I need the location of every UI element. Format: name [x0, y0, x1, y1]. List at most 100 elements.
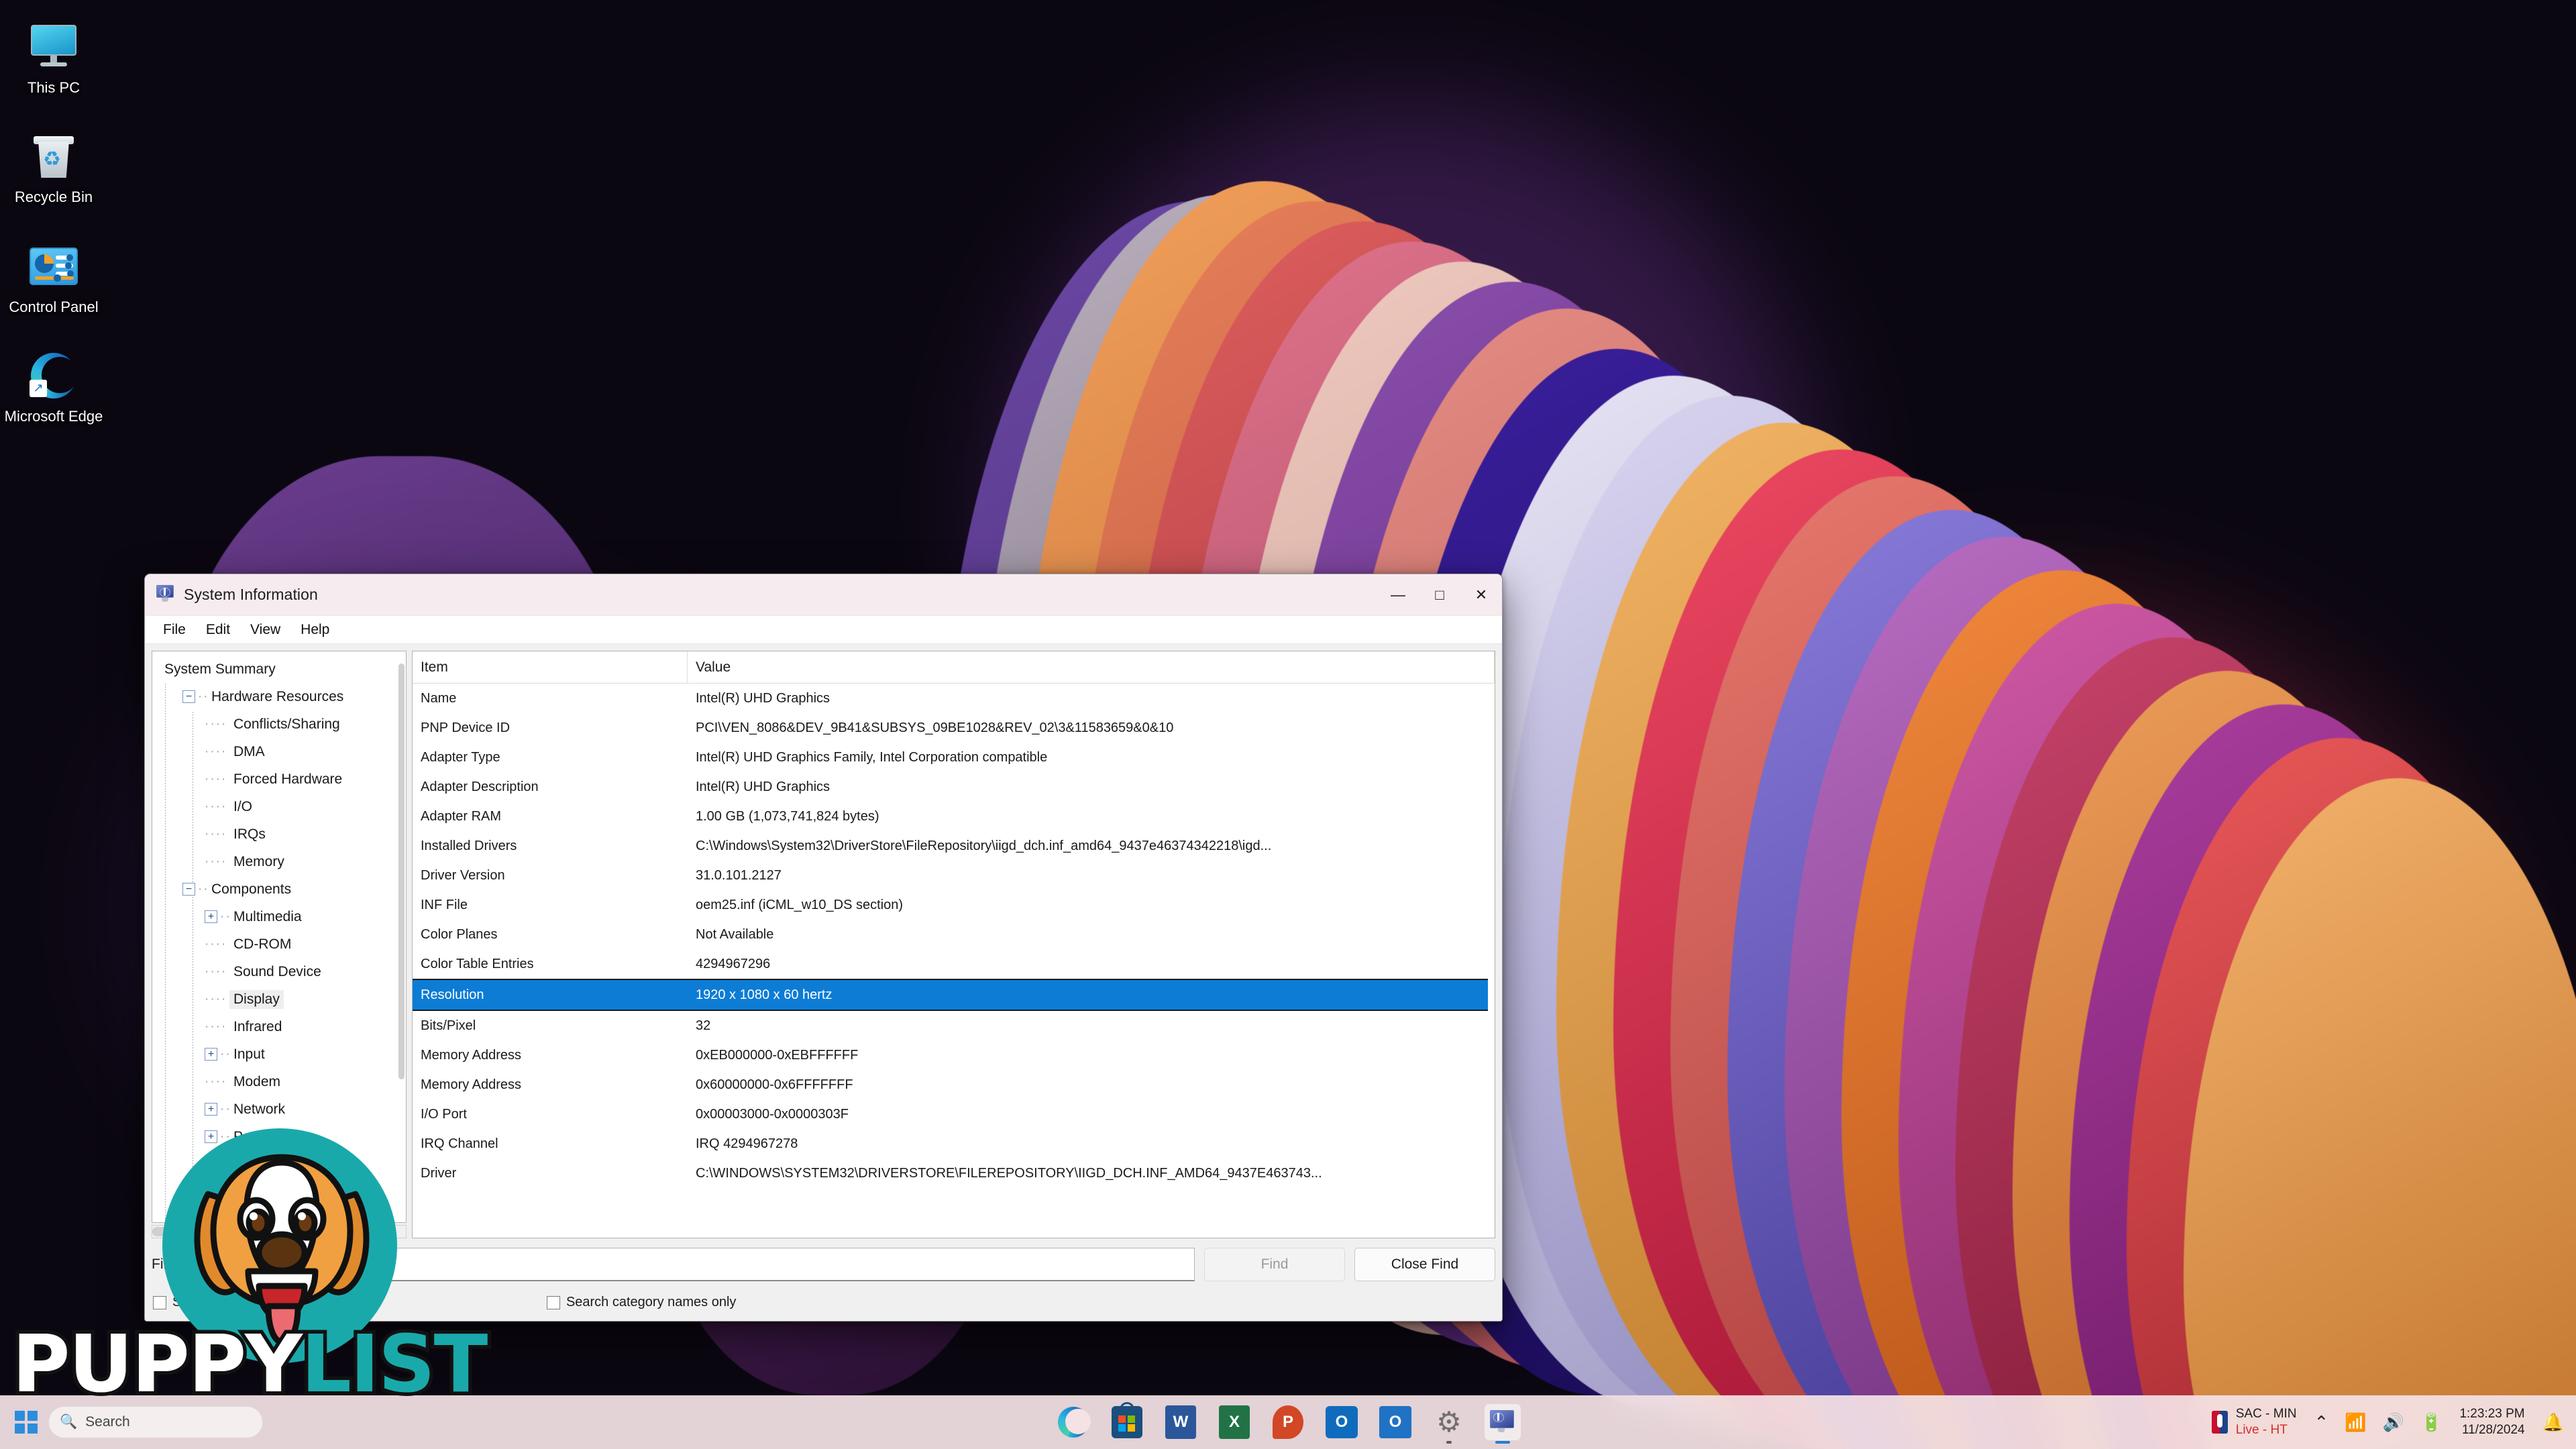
nba-logo-icon: [2211, 1411, 2228, 1434]
minimize-button[interactable]: —: [1377, 574, 1419, 616]
system-information-window[interactable]: System Information — □ ✕ File Edit View …: [144, 574, 1503, 1322]
expand-expander-icon[interactable]: +: [205, 1130, 217, 1143]
clock[interactable]: 1:23:23 PM 11/28/2024: [2459, 1406, 2524, 1438]
tree-node-modem[interactable]: ···· Modem: [152, 1068, 406, 1095]
detail-row[interactable]: IRQ Channel IRQ 4294967278: [413, 1129, 1495, 1159]
desktop-icon-recycle-bin[interactable]: ♻ Recycle Bin: [0, 123, 107, 209]
scrollbar-thumb[interactable]: [152, 1227, 253, 1236]
detail-row[interactable]: INF File oem25.inf (iCML_w10_DS section): [413, 890, 1495, 920]
taskbar-app-microsoft-word[interactable]: W: [1163, 1404, 1199, 1440]
expand-expander-icon[interactable]: +: [205, 1048, 217, 1061]
taskbar-app-outlook-new[interactable]: O: [1324, 1404, 1360, 1440]
tree-node-display[interactable]: ···· Display: [152, 985, 406, 1013]
category-tree[interactable]: System Summary−··Hardware Resources····C…: [152, 651, 407, 1223]
detail-row[interactable]: Name Intel(R) UHD Graphics: [413, 684, 1495, 713]
tree-node-network[interactable]: +·· Network: [152, 1095, 406, 1123]
tree-node-label: Hardware Resources: [211, 688, 344, 704]
tree-node-multimedia[interactable]: +·· Multimedia: [152, 903, 406, 930]
expand-expander-icon[interactable]: +: [205, 1103, 217, 1116]
detail-row-item: INF File: [421, 897, 468, 912]
column-header-value[interactable]: Value: [688, 651, 1495, 683]
tree-node-dma[interactable]: ···· DMA: [152, 738, 406, 765]
expand-expander-icon[interactable]: +: [205, 910, 217, 923]
tree-node-memory[interactable]: ···· Memory: [152, 848, 406, 875]
tree-node-cd-rom[interactable]: ···· CD-ROM: [152, 930, 406, 958]
tree-node-label: Components: [211, 881, 292, 897]
expand-expander-icon[interactable]: +: [205, 1158, 217, 1171]
tree-node-infrared[interactable]: ···· Infrared: [152, 1013, 406, 1040]
taskbar-app-microsoft-store[interactable]: [1109, 1402, 1145, 1440]
notification-bell-icon[interactable]: 🔔: [2542, 1412, 2564, 1433]
taskbar[interactable]: 🔍 Search W X P O O ⚙ SAC - MIN Live - HT…: [0, 1395, 2576, 1449]
detail-row[interactable]: Color Table Entries 4294967296: [413, 949, 1495, 979]
search-input[interactable]: 🔍 Search: [48, 1406, 263, 1438]
detail-row[interactable]: Driver Version 31.0.101.2127: [413, 861, 1495, 890]
detail-row[interactable]: Adapter RAM 1.00 GB (1,073,741,824 bytes): [413, 802, 1495, 831]
detail-row[interactable]: Memory Address 0x60000000-0x6FFFFFFF: [413, 1070, 1495, 1099]
detail-row[interactable]: PNP Device ID PCI\VEN_8086&DEV_9B41&SUBSY…: [413, 713, 1495, 743]
detail-row[interactable]: Bits/Pixel 32: [413, 1011, 1495, 1040]
detail-row[interactable]: Memory Address 0xEB000000-0xEBFFFFFF: [413, 1040, 1495, 1070]
desktop-icon-microsoft-edge[interactable]: ↗ Microsoft Edge: [0, 342, 107, 429]
detail-row[interactable]: Driver C:\WINDOWS\SYSTEM32\DRIVERSTORE\FI…: [413, 1159, 1495, 1188]
checkbox-search-selected-category[interactable]: Search selected category only: [153, 1295, 352, 1310]
collapse-expander-icon[interactable]: −: [182, 883, 195, 896]
monitor-icon: [27, 20, 80, 74]
window-titlebar[interactable]: System Information — □ ✕: [145, 574, 1502, 616]
tree-node-irqs[interactable]: ···· IRQs: [152, 820, 406, 848]
battery-icon[interactable]: 🔋: [2420, 1412, 2442, 1433]
detail-row[interactable]: Resolution 1920 x 1080 x 60 hertz: [413, 979, 1488, 1011]
chevron-up-icon[interactable]: ⌃: [2314, 1412, 2329, 1433]
menu-item-view[interactable]: View: [241, 619, 289, 641]
detail-list[interactable]: Item Value Name Intel(R) UHD Graphics PNP …: [412, 651, 1495, 1238]
nba-score-widget[interactable]: SAC - MIN Live - HT: [2211, 1406, 2297, 1438]
detail-row[interactable]: Color Planes Not Available: [413, 920, 1495, 949]
tree-node-components[interactable]: −·· Components: [152, 875, 406, 903]
maximize-button[interactable]: □: [1419, 574, 1460, 616]
detail-row-item: Adapter RAM: [421, 808, 502, 824]
tree-connector: ····: [205, 744, 227, 759]
checkbox-search-category-names-only[interactable]: Search category names only: [546, 1295, 736, 1310]
tree-vertical-scrollbar[interactable]: [398, 663, 405, 1079]
find-input[interactable]: [225, 1248, 1195, 1281]
tree-node-input[interactable]: +·· Input: [152, 1040, 406, 1068]
detail-row[interactable]: Adapter Type Intel(R) UHD Graphics Family…: [413, 743, 1495, 772]
taskbar-app-system-information[interactable]: [1485, 1404, 1521, 1444]
detail-row[interactable]: Adapter Description Intel(R) UHD Graphics: [413, 772, 1495, 802]
tree-node-sound-device[interactable]: ···· Sound Device: [152, 958, 406, 985]
column-header-item[interactable]: Item: [413, 651, 688, 683]
desktop-icon-control-panel[interactable]: Control Panel: [0, 233, 107, 319]
tree-connector: ··: [198, 881, 207, 896]
close-find-button[interactable]: Close Find: [1354, 1248, 1495, 1281]
detail-row[interactable]: Installed Drivers C:\Windows\System32\Dri…: [413, 831, 1495, 861]
collapse-expander-icon[interactable]: −: [182, 690, 195, 703]
tree-node-forced-hardware[interactable]: ···· Forced Hardware: [152, 765, 406, 793]
desktop-icon-this-pc[interactable]: This PC: [0, 13, 107, 100]
wifi-icon[interactable]: 📶: [2345, 1412, 2366, 1433]
taskbar-app-settings[interactable]: ⚙: [1431, 1404, 1467, 1444]
tree-node-storage[interactable]: +·· Storage: [152, 1150, 406, 1178]
start-button[interactable]: [15, 1411, 38, 1434]
tree-node-conflicts-sharing[interactable]: ···· Conflicts/Sharing: [152, 710, 406, 738]
volume-icon[interactable]: 🔊: [2383, 1412, 2404, 1433]
taskbar-app-outlook[interactable]: O: [1377, 1404, 1413, 1440]
menu-item-help[interactable]: Help: [292, 619, 338, 641]
menu-item-edit[interactable]: Edit: [197, 619, 239, 641]
tree-node-hardware-resources[interactable]: −·· Hardware Resources: [152, 683, 406, 710]
tree-node-label: Forced Hardware: [233, 771, 343, 787]
find-button[interactable]: Find: [1204, 1248, 1345, 1281]
tree-node-i-o[interactable]: ···· I/O: [152, 793, 406, 820]
taskbar-app-microsoft-excel[interactable]: X: [1216, 1404, 1252, 1440]
tree-node-system-summary[interactable]: System Summary: [152, 655, 406, 683]
detail-row[interactable]: I/O Port 0x00003000-0x0000303F: [413, 1099, 1495, 1129]
taskbar-app-microsoft-powerpoint[interactable]: P: [1270, 1404, 1306, 1440]
taskbar-app-microsoft-edge[interactable]: [1055, 1404, 1091, 1440]
checkbox-box[interactable]: [546, 1295, 560, 1309]
tree-node-printing[interactable]: ···· Printing: [152, 1178, 406, 1205]
checkbox-box[interactable]: [153, 1295, 166, 1309]
menu-item-file[interactable]: File: [154, 619, 195, 641]
tree-node-ports[interactable]: +·· Ports: [152, 1123, 406, 1150]
tree-horizontal-scrollbar[interactable]: [152, 1225, 407, 1238]
close-button[interactable]: ✕: [1460, 574, 1502, 616]
detail-rows: Name Intel(R) UHD Graphics PNP Device ID PC…: [413, 684, 1495, 1238]
